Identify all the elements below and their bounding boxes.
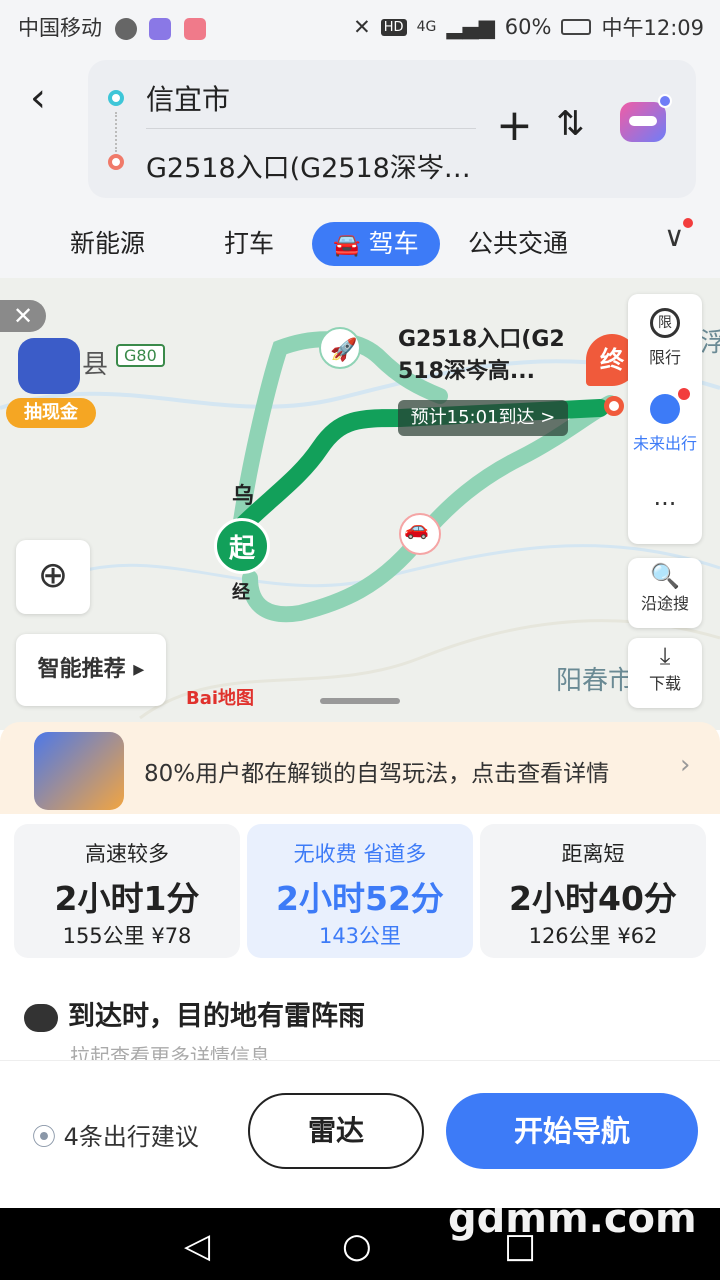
highway-shield: G80 (116, 344, 165, 367)
cash-badge[interactable]: 抽现金 (6, 398, 96, 428)
route-info: 126公里 ¥62 (528, 924, 658, 948)
route-option-2[interactable]: 无收费 省道多 2小时52分 143公里 (247, 824, 473, 958)
download-icon: ⤓ (659, 642, 671, 670)
more-icon[interactable]: ··· (628, 490, 702, 518)
route-time: 2小时40分 (509, 879, 677, 918)
signal-type: 4G (416, 19, 437, 35)
route-time: 2小时1分 (54, 879, 200, 918)
notify-dot (678, 388, 690, 400)
route-tag: 高速较多 (85, 842, 169, 866)
tab-transit[interactable]: 公共交通 (468, 222, 568, 266)
carrier-label: 中国移动 (18, 16, 102, 40)
route-time: 2小时52分 (276, 879, 444, 918)
tab-new-energy[interactable]: 新能源 (70, 222, 145, 266)
paste-icon (149, 18, 172, 40)
battery-icon (561, 19, 592, 35)
radar-button[interactable]: 雷达 (248, 1093, 424, 1169)
add-waypoint-icon[interactable]: + (496, 104, 533, 148)
map-tools-panel: 限 限行 未来出行 ··· (628, 294, 702, 544)
status-left: 中国移动 (18, 12, 207, 42)
route-tag: 无收费 省道多 (293, 842, 427, 866)
restrict-button[interactable]: 限行 (628, 344, 702, 368)
hd-badge: HD (380, 18, 407, 36)
restrict-icon: 限 (650, 308, 680, 338)
search-icon: 🔍 (650, 562, 680, 590)
start-dot-icon (108, 90, 124, 106)
chevron-right-icon: › (680, 750, 691, 780)
road-label-2: 经 (232, 582, 250, 603)
tab-drive[interactable]: 🚘 驾车 (312, 222, 440, 266)
edge-label: 浮 (700, 328, 720, 358)
drag-handle[interactable] (320, 698, 400, 704)
clock-icon (650, 394, 680, 424)
end-point (604, 396, 624, 416)
route-info: 155公里 ¥78 (62, 924, 192, 948)
weather-text: 到达时，目的地有雷阵雨 (68, 1001, 365, 1032)
map-view[interactable]: ✕ 抽现金 县 G80 🚀 G2518入口(G2 518深岑高... 预计15:… (0, 278, 720, 730)
robot-icon[interactable] (18, 338, 80, 394)
close-icon[interactable]: ✕ (0, 300, 46, 332)
mode-tabs: 新能源 打车 🚘 驾车 公共交通 ∨ (0, 210, 720, 278)
along-search-label: 沿途搜 (640, 594, 689, 613)
car-icon: 🚘 (333, 233, 361, 258)
route-header: ‹ 信宜市 G2518入口(G2518深岑… + ⇅ (0, 50, 720, 210)
end-dot-icon (108, 154, 124, 170)
route-dots (115, 112, 117, 152)
download-button[interactable]: ⤓ 下载 (628, 638, 702, 708)
robot-mascot-icon (34, 732, 124, 810)
road-label: 乌 (232, 484, 255, 509)
route-option-1[interactable]: 高速较多 2小时1分 155公里 ¥78 (14, 824, 240, 958)
destination-callout: G2518入口(G2 518深岑高... (398, 327, 565, 384)
future-trip-button[interactable]: 未来出行 (628, 430, 702, 454)
mute-icon: ✕ (353, 15, 371, 39)
battery-level: 60% (504, 15, 552, 39)
status-bar: 中国移动 ✕ HD 4G ▂▄▆ 60% 中午12:09 (0, 0, 720, 50)
route-tag: 距离短 (561, 842, 625, 866)
origin-field[interactable]: 信宜市 (146, 78, 230, 118)
swap-icon[interactable]: ⇅ (556, 104, 585, 144)
clock: 中午12:09 (601, 16, 704, 40)
back-triangle-icon[interactable]: ◁ (184, 1226, 210, 1266)
route-input-box: 信宜市 G2518入口(G2518深岑… + ⇅ (88, 60, 696, 198)
back-icon[interactable]: ‹ (30, 78, 70, 118)
promo-banner[interactable]: 80%用户都在解锁的自驾玩法，点击查看详情 › (0, 722, 720, 814)
wechat-icon (114, 18, 137, 40)
rocket-icon: 🚀 (330, 338, 358, 363)
weather-notice[interactable]: 到达时，目的地有雷阵雨 (24, 994, 365, 1033)
county-label: 县 (82, 350, 109, 380)
thunderstorm-icon (24, 1003, 58, 1032)
city-label: 阳春市 (556, 666, 635, 696)
chevron-down-icon[interactable]: ∨ (664, 218, 693, 253)
location-pin-icon: ⦿ (32, 1123, 56, 1151)
eta-callout[interactable]: 预计15:01到达 > (398, 400, 568, 436)
tab-drive-label: 驾车 (368, 229, 419, 258)
watermark: gdmm.com (448, 1196, 697, 1242)
baidu-logo: Bai地图 (186, 688, 255, 709)
status-right: ✕ HD 4G ▂▄▆ 60% 中午12:09 (353, 12, 704, 42)
trip-suggestions-label: 4条出行建议 (63, 1123, 199, 1151)
taobao-icon (184, 18, 207, 40)
tab-taxi[interactable]: 打车 (224, 222, 274, 266)
smart-recommend-button[interactable]: 智能推荐 ▸ (16, 634, 166, 706)
home-circle-icon[interactable]: ○ (342, 1226, 372, 1266)
destination-field[interactable]: G2518入口(G2518深岑… (146, 146, 486, 185)
along-search-button[interactable]: 🔍 沿途搜 (628, 558, 702, 628)
trip-suggestions-link[interactable]: ⦿ 4条出行建议 (32, 1117, 199, 1152)
route-option-3[interactable]: 距离短 2小时40分 126公里 ¥62 (480, 824, 706, 958)
assistant-bot-icon[interactable] (620, 94, 672, 142)
start-marker[interactable]: 起 (214, 518, 270, 574)
pull-up-tip: 拉起查看更多详情信息 (70, 1044, 270, 1060)
route-info: 143公里 (318, 924, 402, 948)
start-navigation-button[interactable]: 开始导航 (446, 1093, 698, 1169)
service-area-icon: 🚗 (404, 516, 429, 540)
locate-icon[interactable]: ⊕ (16, 540, 90, 614)
promo-text: 80%用户都在解锁的自驾玩法，点击查看详情 (144, 761, 610, 787)
divider (146, 128, 476, 129)
bottom-action-bar: ⦿ 4条出行建议 雷达 开始导航 (0, 1060, 720, 1208)
signal-icon: ▂▄▆ (446, 15, 495, 39)
download-label: 下载 (648, 674, 681, 693)
